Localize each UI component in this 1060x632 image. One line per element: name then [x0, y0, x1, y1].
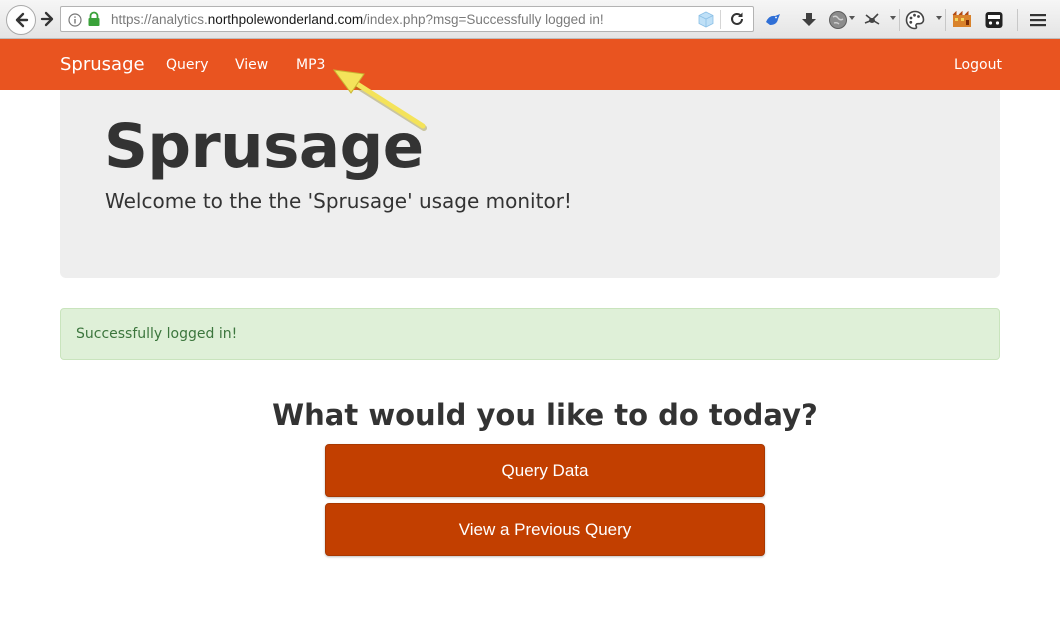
- nav-link-query[interactable]: Query: [166, 57, 209, 74]
- nav-link-logout[interactable]: Logout: [954, 57, 1002, 74]
- cube-icon[interactable]: [698, 11, 714, 28]
- reload-icon[interactable]: [729, 11, 745, 27]
- toolbar-separator: [945, 9, 946, 31]
- bird-icon[interactable]: [763, 10, 783, 30]
- url-host: northpolewonderland.com: [207, 12, 364, 27]
- toolbar-separator: [1017, 9, 1018, 31]
- download-icon[interactable]: [799, 10, 819, 30]
- info-icon[interactable]: [68, 12, 82, 27]
- toolbar-separator: [899, 9, 900, 31]
- site-navbar: Sprusage Query View MP3 Logout: [0, 39, 1060, 90]
- url-prefix: https://analytics.: [111, 12, 208, 27]
- extension-icon[interactable]: [952, 10, 972, 30]
- browser-toolbar: https://analytics.northpolewonderland.co…: [0, 0, 1060, 39]
- reader-icon[interactable]: [984, 10, 1004, 30]
- query-data-button[interactable]: Query Data: [325, 444, 765, 497]
- alert-message: Successfully logged in!: [76, 326, 238, 342]
- palette-icon[interactable]: [905, 10, 925, 30]
- url-text[interactable]: https://analytics.northpolewonderland.co…: [111, 11, 604, 28]
- navbar-brand[interactable]: Sprusage: [60, 54, 145, 76]
- view-previous-query-button[interactable]: View a Previous Query: [325, 503, 765, 556]
- lock-icon[interactable]: [87, 11, 101, 27]
- globe-dropdown-icon[interactable]: [849, 16, 855, 20]
- menu-icon[interactable]: [1028, 10, 1048, 30]
- globe-icon[interactable]: [828, 10, 848, 30]
- forward-icon[interactable]: [38, 9, 58, 29]
- nav-link-view[interactable]: View: [235, 57, 268, 74]
- jumbotron: Sprusage Welcome to the the 'Sprusage' u…: [60, 90, 1000, 278]
- url-separator: [720, 10, 721, 29]
- bug-dropdown-icon[interactable]: [890, 16, 896, 20]
- back-icon[interactable]: [6, 5, 36, 35]
- url-bar[interactable]: https://analytics.northpolewonderland.co…: [60, 6, 754, 32]
- palette-dropdown-icon[interactable]: [936, 16, 942, 20]
- url-suffix: /index.php?msg=Successfully logged in!: [363, 12, 604, 27]
- annotation-arrow-icon: [332, 69, 427, 131]
- bug-icon[interactable]: [862, 10, 882, 30]
- page-subtitle: Welcome to the the 'Sprusage' usage moni…: [105, 189, 572, 213]
- success-alert: Successfully logged in!: [60, 308, 1000, 360]
- action-prompt: What would you like to do today?: [272, 398, 818, 432]
